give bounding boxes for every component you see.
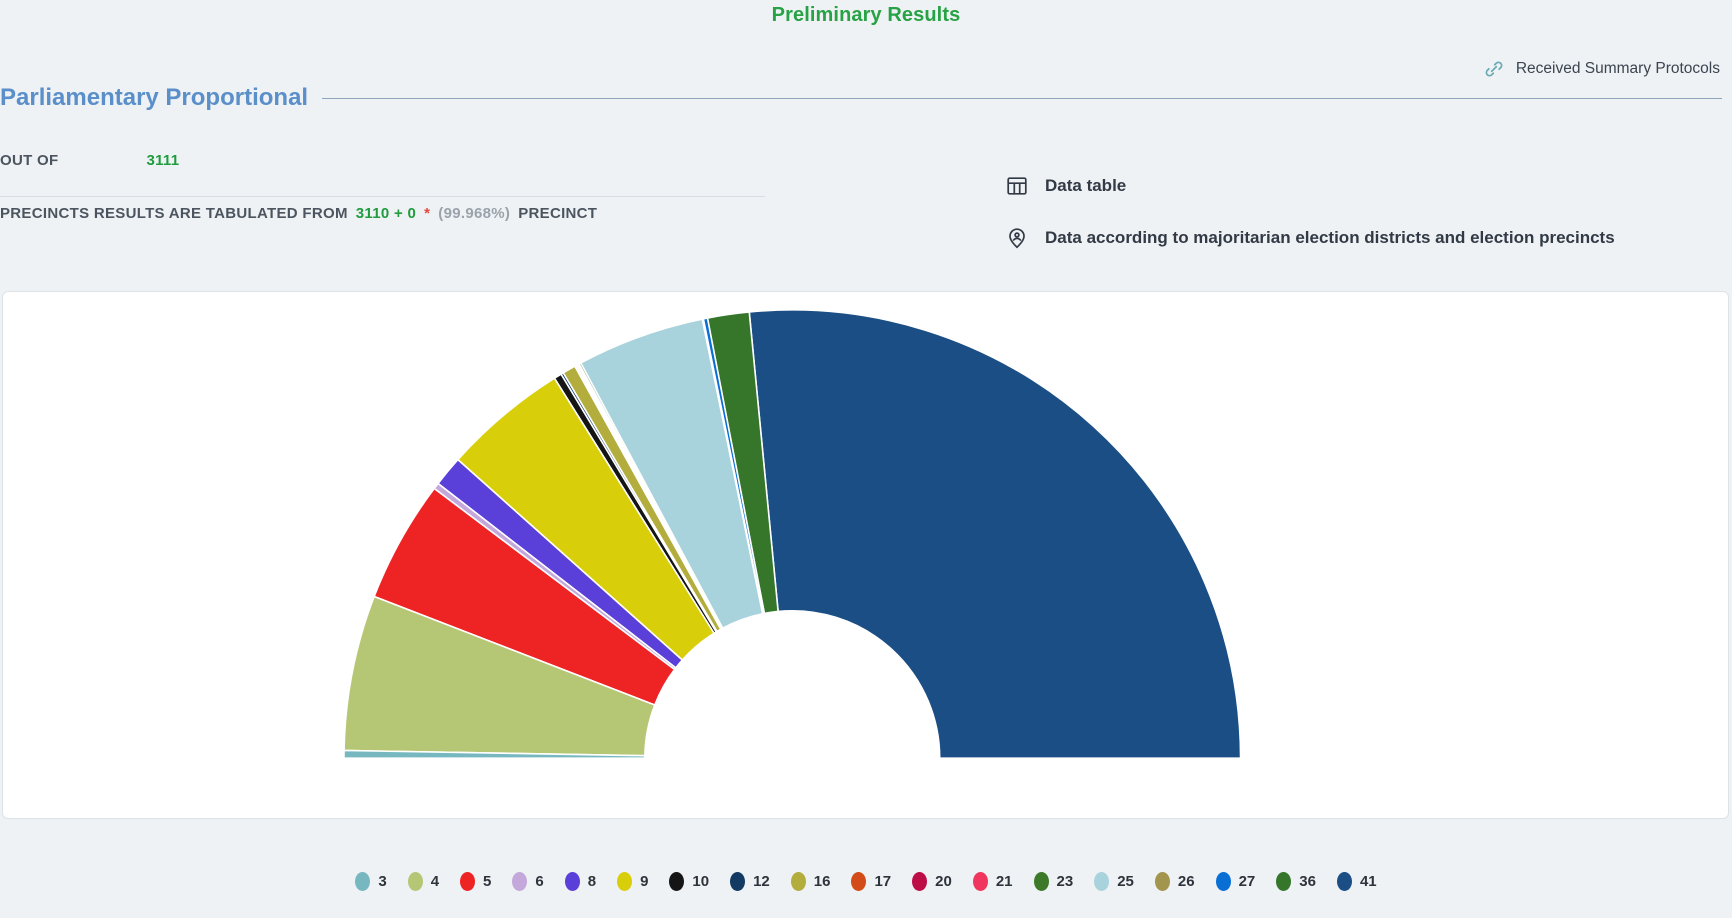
legend-label: 16: [814, 873, 831, 890]
legend-swatch: [912, 872, 927, 891]
legend-swatch: [851, 872, 866, 891]
legend-swatch: [617, 872, 632, 891]
legend-label: 9: [640, 873, 648, 890]
legend-swatch: [1155, 872, 1170, 891]
legend-swatch: [408, 872, 423, 891]
legend-item[interactable]: 16: [791, 872, 831, 891]
legend-item[interactable]: 25: [1094, 872, 1134, 891]
data-table-link[interactable]: Data table: [1005, 160, 1615, 212]
results-page: Preliminary Results Received Summary Pro…: [0, 0, 1732, 918]
map-pin-icon: [1005, 226, 1029, 250]
stats-block: OUT OF 3111 PRECINCTS RESULTS ARE TABULA…: [0, 152, 768, 241]
link-icon: [1483, 58, 1505, 80]
protocols-link-label: Received Summary Protocols: [1516, 60, 1720, 78]
legend-swatch: [1094, 872, 1109, 891]
legend-label: 26: [1178, 873, 1195, 890]
legend-label: 27: [1239, 873, 1256, 890]
section-header: Parliamentary Proportional: [0, 84, 1732, 112]
precincts-row: PRECINCTS RESULTS ARE TABULATED FROM 311…: [0, 197, 768, 241]
legend-label: 10: [692, 873, 709, 890]
legend-item[interactable]: 27: [1216, 872, 1256, 891]
majoritarian-districts-label: Data according to majoritarian election …: [1045, 228, 1615, 248]
legend-swatch: [1276, 872, 1291, 891]
chart-card: [2, 291, 1729, 819]
section-rule: [322, 98, 1722, 99]
legend-item[interactable]: 26: [1155, 872, 1195, 891]
legend-label: 5: [483, 873, 491, 890]
legend-item[interactable]: 23: [1034, 872, 1074, 891]
legend-label: 20: [935, 873, 952, 890]
legend-item[interactable]: 4: [408, 872, 439, 891]
legend-item[interactable]: 36: [1276, 872, 1316, 891]
legend-swatch: [1337, 872, 1352, 891]
half-donut-chart[interactable]: [3, 292, 1728, 818]
precincts-value: 3110 + 0: [356, 205, 416, 222]
side-links: Data table Data according to majoritaria…: [1005, 160, 1615, 264]
legend-swatch: [973, 872, 988, 891]
majoritarian-districts-link[interactable]: Data according to majoritarian election …: [1005, 212, 1615, 264]
legend-label: 25: [1117, 873, 1134, 890]
out-of-row: OUT OF 3111: [0, 152, 768, 196]
chart-legend: 3 4 5 6 8 9 10 12 16 17 20 21 23 25 26 27 36 41: [0, 872, 1732, 891]
legend-label: 41: [1360, 873, 1377, 890]
pie-slice[interactable]: [749, 310, 1240, 758]
table-icon: [1005, 174, 1029, 198]
data-table-label: Data table: [1045, 176, 1126, 196]
legend-swatch: [512, 872, 527, 891]
legend-label: 4: [431, 873, 439, 890]
legend-item[interactable]: 9: [617, 872, 648, 891]
legend-item[interactable]: 3: [355, 872, 386, 891]
legend-label: 8: [588, 873, 596, 890]
legend-item[interactable]: 8: [565, 872, 596, 891]
legend-swatch: [669, 872, 684, 891]
legend-item[interactable]: 41: [1337, 872, 1377, 891]
precinct-word: PRECINCT: [518, 205, 597, 222]
legend-item[interactable]: 5: [460, 872, 491, 891]
legend-item[interactable]: 20: [912, 872, 952, 891]
precincts-percent: (99.968%): [438, 205, 510, 222]
legend-label: 6: [535, 873, 543, 890]
legend-item[interactable]: 21: [973, 872, 1013, 891]
legend-swatch: [565, 872, 580, 891]
legend-item[interactable]: 10: [669, 872, 709, 891]
out-of-label: OUT OF: [0, 152, 58, 169]
pie-slices[interactable]: [344, 310, 1241, 758]
received-summary-protocols-link[interactable]: Received Summary Protocols: [1483, 58, 1720, 80]
legend-item[interactable]: 6: [512, 872, 543, 891]
legend-item[interactable]: 12: [730, 872, 770, 891]
legend-swatch: [1034, 872, 1049, 891]
legend-label: 17: [874, 873, 891, 890]
section-title: Parliamentary Proportional: [0, 84, 308, 112]
legend-label: 36: [1299, 873, 1316, 890]
out-of-value: 3111: [146, 152, 179, 169]
precincts-label: PRECINCTS RESULTS ARE TABULATED FROM: [0, 205, 348, 222]
legend-label: 3: [378, 873, 386, 890]
asterisk-marker: *: [424, 205, 430, 222]
legend-swatch: [355, 872, 370, 891]
legend-item[interactable]: 17: [851, 872, 891, 891]
legend-swatch: [1216, 872, 1231, 891]
legend-label: 23: [1057, 873, 1074, 890]
legend-swatch: [730, 872, 745, 891]
legend-swatch: [460, 872, 475, 891]
page-title: Preliminary Results: [0, 4, 1732, 27]
legend-label: 21: [996, 873, 1013, 890]
legend-label: 12: [753, 873, 770, 890]
legend-swatch: [791, 872, 806, 891]
